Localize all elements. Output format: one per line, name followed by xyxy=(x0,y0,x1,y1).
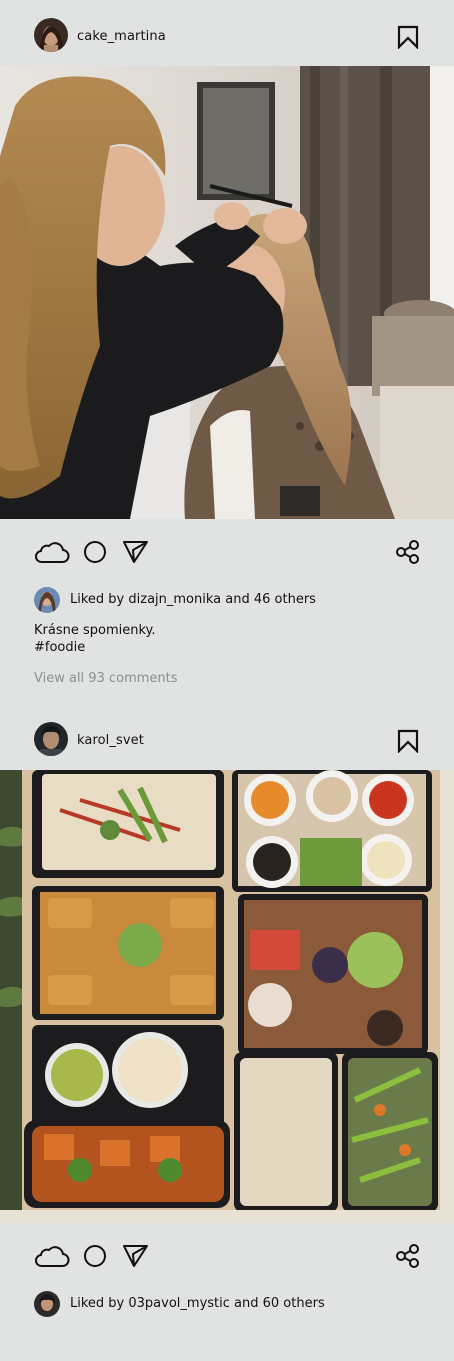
food-box-photo xyxy=(0,770,454,1223)
avatar[interactable] xyxy=(34,722,68,756)
comment-circle-icon[interactable] xyxy=(82,1242,110,1270)
send-icon[interactable] xyxy=(122,1242,150,1270)
username[interactable]: karol_svet xyxy=(77,733,144,748)
bookmark-icon[interactable] xyxy=(397,729,419,754)
post-header: karol_svet xyxy=(0,705,454,771)
liked-by-row: Liked by 03pavol_mystic and 60 others xyxy=(34,1291,364,1317)
liked-by-suffix[interactable]: and 60 others xyxy=(234,1296,325,1311)
liked-by-text: Liked by 03pavol_mystic and 60 others xyxy=(70,1296,325,1311)
liked-by-prefix: Liked by xyxy=(70,1296,125,1311)
like-cloud-icon[interactable] xyxy=(34,1242,70,1270)
post-2: karol_svet Liked by 03pavol_mystic and 6… xyxy=(0,0,454,1361)
liked-by-user[interactable]: 03pavol_mystic xyxy=(128,1296,230,1311)
post-image[interactable] xyxy=(0,770,454,1223)
share-icon[interactable] xyxy=(394,1242,422,1270)
avatar[interactable] xyxy=(34,1291,60,1317)
